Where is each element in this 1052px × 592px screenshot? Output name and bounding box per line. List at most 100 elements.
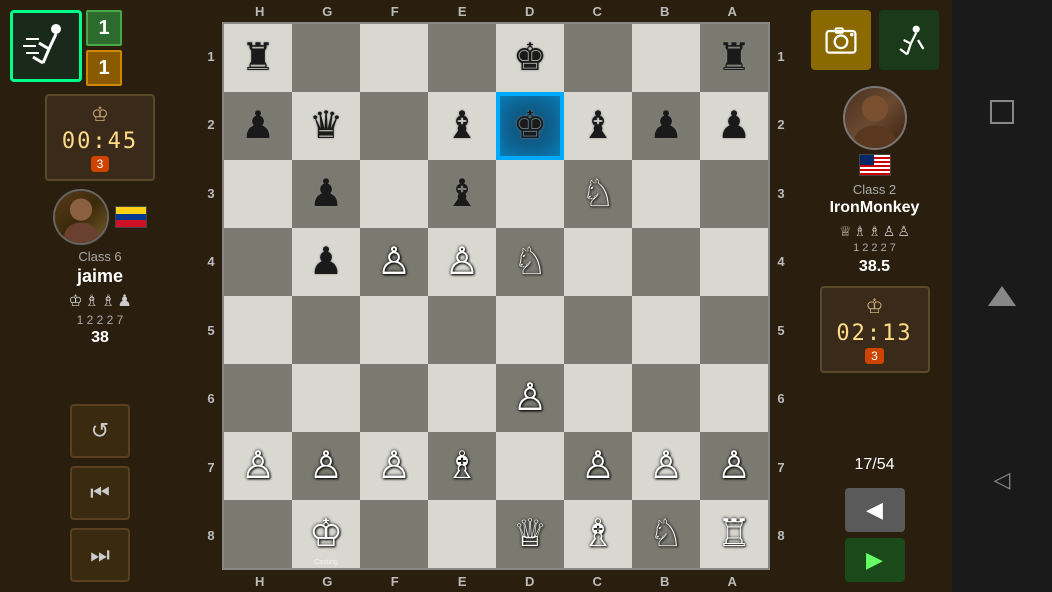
board-cell-5-3[interactable] xyxy=(428,364,496,432)
board-cell-1-6[interactable]: ♟ xyxy=(632,92,700,160)
board-cell-6-7[interactable]: ♙ xyxy=(700,432,768,500)
prev-arrow-button[interactable]: ◀ xyxy=(845,488,905,532)
board-cell-4-6[interactable] xyxy=(632,296,700,364)
board-cell-3-2[interactable]: ♙ xyxy=(360,228,428,296)
chess-board-container: H G F E D C B A 1 2 3 4 5 6 7 8 ♜♚♜♟♛♝♚♝… xyxy=(200,0,792,592)
board-cell-0-0[interactable]: ♜ xyxy=(224,24,292,92)
board-cell-7-3[interactable] xyxy=(428,500,496,568)
board-cell-1-4[interactable]: ♚ xyxy=(496,92,564,160)
file-label-b-bottom: B xyxy=(650,574,680,589)
file-label-h-bottom: H xyxy=(245,574,275,589)
flag-red-stripe xyxy=(116,220,146,227)
board-cell-3-6[interactable] xyxy=(632,228,700,296)
board-cell-1-3[interactable]: ♝ xyxy=(428,92,496,160)
rank-labels-left: 1 2 3 4 5 6 7 8 xyxy=(200,22,222,570)
chess-piece: ♟ xyxy=(717,107,751,145)
board-cell-7-0[interactable] xyxy=(224,500,292,568)
board-cell-1-0[interactable]: ♟ xyxy=(224,92,292,160)
board-cell-7-2[interactable] xyxy=(360,500,428,568)
run-icon-button[interactable] xyxy=(10,10,82,82)
board-cell-0-5[interactable] xyxy=(564,24,632,92)
board-cell-2-0[interactable] xyxy=(224,160,292,228)
board-cell-6-4[interactable] xyxy=(496,432,564,500)
board-cell-7-6[interactable]: ♘ xyxy=(632,500,700,568)
next-arrow-button[interactable]: ▶ xyxy=(845,538,905,582)
nav-home-button[interactable] xyxy=(980,274,1024,318)
board-cell-4-4[interactable] xyxy=(496,296,564,364)
board-cell-7-1[interactable]: ♔Casting xyxy=(292,500,360,568)
nav-square-button[interactable] xyxy=(980,90,1024,134)
chess-board[interactable]: ♜♚♜♟♛♝♚♝♟♟♟♝♘♟♙♙♘♙♙♙♙♗♙♙♙♔Casting♕♗♘♖ xyxy=(222,22,770,570)
badge-bottom: 1 xyxy=(86,50,122,86)
board-cell-3-0[interactable] xyxy=(224,228,292,296)
board-cell-7-7[interactable]: ♖ xyxy=(700,500,768,568)
left-piece-counts: 1 2 2 2 7 xyxy=(77,313,124,327)
right-class-label: Class 2 xyxy=(853,182,896,197)
chess-piece: ♝ xyxy=(581,107,615,145)
chess-piece: ♖ xyxy=(717,515,751,553)
camera-button[interactable] xyxy=(811,10,871,70)
board-cell-6-5[interactable]: ♙ xyxy=(564,432,632,500)
board-cell-1-7[interactable]: ♟ xyxy=(700,92,768,160)
board-cell-6-6[interactable]: ♙ xyxy=(632,432,700,500)
board-cell-3-4[interactable]: ♘ xyxy=(496,228,564,296)
left-captured-pieces: ♔♗♗♟ xyxy=(68,291,131,311)
board-cell-0-6[interactable] xyxy=(632,24,700,92)
board-cell-1-1[interactable]: ♛ xyxy=(292,92,360,160)
board-cell-0-3[interactable] xyxy=(428,24,496,92)
board-cell-2-3[interactable]: ♝ xyxy=(428,160,496,228)
board-cell-6-0[interactable]: ♙ xyxy=(224,432,292,500)
right-avatar xyxy=(843,86,907,150)
board-cell-5-2[interactable] xyxy=(360,364,428,432)
board-cell-5-7[interactable] xyxy=(700,364,768,432)
board-cell-2-4[interactable] xyxy=(496,160,564,228)
board-cell-4-2[interactable] xyxy=(360,296,428,364)
board-cell-2-7[interactable] xyxy=(700,160,768,228)
board-cell-6-3[interactable]: ♗ xyxy=(428,432,496,500)
board-cell-7-5[interactable]: ♗ xyxy=(564,500,632,568)
board-cell-4-1[interactable] xyxy=(292,296,360,364)
board-cell-1-2[interactable] xyxy=(360,92,428,160)
rewind-button[interactable]: ⏮ xyxy=(70,466,130,520)
hiker-button[interactable] xyxy=(879,10,939,70)
board-cell-2-1[interactable]: ♟ xyxy=(292,160,360,228)
board-cell-7-4[interactable]: ♕ xyxy=(496,500,564,568)
board-cell-4-0[interactable] xyxy=(224,296,292,364)
board-cell-0-4[interactable]: ♚ xyxy=(496,24,564,92)
board-cell-5-5[interactable] xyxy=(564,364,632,432)
board-cell-3-7[interactable] xyxy=(700,228,768,296)
board-cell-4-5[interactable] xyxy=(564,296,632,364)
board-cell-5-6[interactable] xyxy=(632,364,700,432)
board-cell-0-7[interactable]: ♜ xyxy=(700,24,768,92)
board-cell-4-7[interactable] xyxy=(700,296,768,364)
board-cell-4-3[interactable] xyxy=(428,296,496,364)
board-cell-3-1[interactable]: ♟ xyxy=(292,228,360,296)
board-cell-0-2[interactable] xyxy=(360,24,428,92)
file-label-d-bottom: D xyxy=(515,574,545,589)
chess-piece: ♜ xyxy=(241,39,275,77)
right-score: 38.5 xyxy=(859,258,890,276)
file-label-b-top: B xyxy=(650,4,680,19)
board-cell-3-3[interactable]: ♙ xyxy=(428,228,496,296)
board-cell-6-1[interactable]: ♙ xyxy=(292,432,360,500)
board-cell-1-5[interactable]: ♝ xyxy=(564,92,632,160)
file-label-a-bottom: A xyxy=(717,574,747,589)
board-cell-0-1[interactable] xyxy=(292,24,360,92)
board-cell-2-6[interactable] xyxy=(632,160,700,228)
board-cell-3-5[interactable] xyxy=(564,228,632,296)
nav-home-icon xyxy=(988,286,1016,306)
board-cell-5-1[interactable] xyxy=(292,364,360,432)
left-avatar xyxy=(53,189,109,245)
board-cell-2-5[interactable]: ♘ xyxy=(564,160,632,228)
nav-back-button[interactable]: ◁ xyxy=(980,458,1024,502)
left-timer-box: ♔ 00:45 3 xyxy=(45,94,155,181)
right-piece-counts: 1 2 2 2 7 xyxy=(853,242,896,254)
page-indicator: 17/54 xyxy=(854,456,894,474)
board-cell-5-4[interactable]: ♙ xyxy=(496,364,564,432)
fast-forward-button[interactable]: ⏭ xyxy=(70,528,130,582)
board-cell-5-0[interactable] xyxy=(224,364,292,432)
left-avatar-image xyxy=(55,191,107,243)
undo-button[interactable]: ↺ xyxy=(70,404,130,458)
board-cell-2-2[interactable] xyxy=(360,160,428,228)
board-cell-6-2[interactable]: ♙ xyxy=(360,432,428,500)
